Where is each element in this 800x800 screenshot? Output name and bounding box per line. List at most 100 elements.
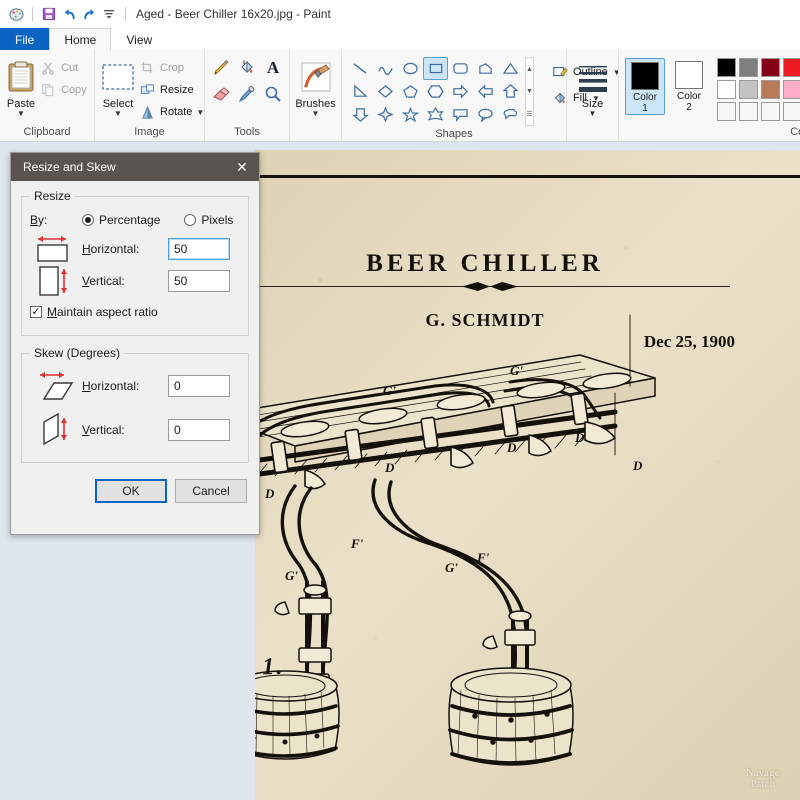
svg-text:D: D — [632, 458, 643, 473]
rotate-button[interactable]: Rotate ▼ — [135, 101, 209, 123]
palette-swatch[interactable] — [761, 58, 780, 77]
palette-swatch-custom[interactable] — [717, 102, 736, 121]
patent-date: Dec 25, 1900 — [643, 332, 735, 351]
shapes-scroll-down-icon[interactable]: ▼ — [526, 81, 533, 103]
tab-file[interactable]: File — [0, 28, 50, 50]
svg-text:D: D — [506, 440, 517, 455]
paint-app-icon[interactable] — [6, 4, 26, 24]
resize-and-skew-dialog[interactable]: Resize and Skew ✕ Resize By: Percentage … — [10, 152, 260, 535]
palette-swatch[interactable] — [783, 80, 800, 99]
skew-horizontal-row: Horizontal: 0 — [30, 364, 240, 408]
palette-swatch[interactable] — [783, 58, 800, 77]
tab-home[interactable]: Home — [49, 28, 112, 50]
shapes-scrollbar[interactable]: ▲ ▼ ☰ — [525, 57, 534, 126]
size-group-label — [567, 126, 618, 141]
ok-button[interactable]: OK — [95, 479, 167, 503]
percentage-label[interactable]: Percentage — [99, 213, 160, 227]
shape-curve[interactable] — [373, 57, 398, 80]
save-icon[interactable] — [39, 4, 59, 24]
horizontal-skew-input[interactable]: 0 — [168, 375, 230, 397]
select-dropdown-arrow[interactable]: ▼ — [114, 110, 122, 118]
shape-oval[interactable] — [398, 57, 423, 80]
shape-hexagon[interactable] — [423, 80, 448, 103]
shape-diamond[interactable] — [373, 80, 398, 103]
shapes-expand-icon[interactable]: ☰ — [526, 103, 532, 125]
percentage-radio[interactable] — [82, 214, 94, 226]
color-palette[interactable] — [717, 58, 800, 123]
maintain-aspect-ratio-label[interactable]: Maintain aspect ratio — [47, 305, 158, 319]
cancel-button[interactable]: Cancel — [175, 479, 247, 503]
resize-button[interactable]: Resize — [135, 79, 209, 101]
shape-up-arrow[interactable] — [498, 80, 523, 103]
color-picker-tool-button[interactable] — [234, 81, 260, 107]
text-tool-button[interactable]: A — [260, 55, 286, 81]
ribbon-group-brushes: Brushes ▼ — [290, 50, 342, 141]
shape-line[interactable] — [348, 57, 373, 80]
palette-swatch[interactable] — [717, 58, 736, 77]
shapes-gallery[interactable] — [348, 57, 523, 126]
shape-rounded-callout[interactable] — [448, 103, 473, 126]
palette-swatch[interactable] — [717, 80, 736, 99]
shape-down-arrow[interactable] — [348, 103, 373, 126]
shape-oval-callout[interactable] — [473, 103, 498, 126]
paste-dropdown-arrow[interactable]: ▼ — [17, 110, 25, 118]
size-button[interactable]: Size ▼ — [573, 55, 612, 118]
qat-divider-1 — [32, 7, 33, 21]
scissors-icon — [38, 61, 58, 75]
customize-qat-icon[interactable] — [99, 4, 119, 24]
brushes-button[interactable]: Brushes ▼ — [295, 55, 336, 118]
patent-illustration: DD DD D G'G' G'G' J — [255, 314, 656, 766]
horizontal-skew-icon — [30, 367, 82, 405]
palette-swatch[interactable] — [761, 80, 780, 99]
palette-swatch-custom[interactable] — [783, 102, 800, 121]
color2-button[interactable]: Color 2 — [669, 58, 709, 113]
palette-swatch[interactable] — [739, 58, 758, 77]
close-icon[interactable]: ✕ — [225, 153, 259, 181]
shape-triangle[interactable] — [498, 57, 523, 80]
palette-swatch-custom[interactable] — [761, 102, 780, 121]
pixels-label[interactable]: Pixels — [201, 213, 233, 227]
magnifier-tool-button[interactable] — [260, 81, 286, 107]
image-canvas[interactable]: DD DD D G'G' G'G' J — [255, 150, 800, 800]
pencil-icon — [214, 59, 229, 75]
skew-vertical-row: Vertical: 0 — [30, 408, 240, 452]
select-button[interactable]: Select ▼ — [101, 55, 135, 118]
shape-polygon[interactable] — [473, 57, 498, 80]
cut-button[interactable]: Cut — [36, 57, 92, 79]
palette-swatch-custom[interactable] — [739, 102, 758, 121]
dialog-title-text: Resize and Skew — [23, 160, 116, 174]
vertical-skew-input[interactable]: 0 — [168, 419, 230, 441]
brushes-dropdown-arrow[interactable]: ▼ — [312, 110, 320, 118]
pixels-radio[interactable] — [184, 214, 197, 226]
paste-button[interactable]: Paste ▼ — [6, 55, 36, 118]
shape-right-arrow[interactable] — [448, 80, 473, 103]
pencil-tool-button[interactable] — [208, 55, 234, 81]
rotate-dropdown-arrow[interactable]: ▼ — [196, 108, 204, 116]
shape-right-triangle[interactable] — [348, 80, 373, 103]
copy-button[interactable]: Copy — [36, 79, 92, 101]
crop-button[interactable]: Crop — [135, 57, 209, 79]
shape-cloud-callout[interactable] — [498, 103, 523, 126]
horizontal-resize-input[interactable]: 50 — [168, 238, 230, 260]
shape-six-point-star[interactable] — [423, 103, 448, 126]
shape-rectangle[interactable] — [423, 57, 448, 80]
fill-tool-button[interactable] — [234, 55, 260, 81]
shapes-group-label: Shapes — [435, 128, 473, 140]
shape-four-point-star[interactable] — [373, 103, 398, 126]
shape-left-arrow[interactable] — [473, 80, 498, 103]
shape-pentagon[interactable] — [398, 80, 423, 103]
color1-button[interactable]: Color 1 — [625, 58, 665, 115]
shapes-scroll-up-icon[interactable]: ▲ — [526, 58, 533, 80]
shape-rounded-rectangle[interactable] — [448, 57, 473, 80]
redo-icon[interactable] — [79, 4, 99, 24]
shape-five-point-star[interactable] — [398, 103, 423, 126]
vertical-resize-input[interactable]: 50 — [168, 270, 230, 292]
maintain-aspect-ratio-checkbox[interactable]: ✓ — [30, 306, 42, 318]
undo-icon[interactable] — [59, 4, 79, 24]
size-dropdown-arrow[interactable]: ▼ — [589, 110, 597, 118]
palette-swatch[interactable] — [739, 80, 758, 99]
tab-view[interactable]: View — [111, 28, 167, 50]
eraser-tool-button[interactable] — [208, 81, 234, 107]
dialog-title-bar[interactable]: Resize and Skew ✕ — [11, 153, 259, 181]
maintain-aspect-ratio-row[interactable]: ✓ Maintain aspect ratio — [30, 299, 240, 325]
